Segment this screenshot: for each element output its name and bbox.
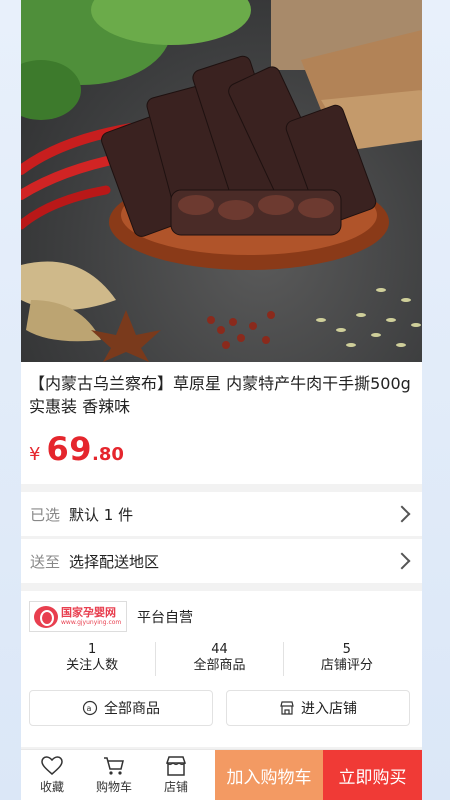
product-title: 【内蒙古乌兰察布】草原星 内蒙特产牛肉干手撕500g实惠装 香辣味: [29, 374, 411, 416]
product-photo: [21, 0, 422, 362]
chevron-right-icon: [393, 552, 411, 570]
all-products-label: 全部商品: [104, 701, 160, 717]
shop-logo[interactable]: 国家孕婴网 www.gjyunying.com: [29, 601, 127, 632]
delivery-value: 选择配送地区: [69, 552, 160, 571]
store-label: 店铺: [163, 779, 188, 794]
selected-value: 默认 1 件: [69, 505, 134, 524]
stat-label: 关注人数: [66, 658, 119, 673]
stat-value: 1: [88, 642, 97, 657]
shop-header: 国家孕婴网 www.gjyunying.com 平台自营: [29, 601, 410, 632]
enter-shop-button[interactable]: 进入店铺: [226, 690, 410, 726]
product-info: 【内蒙古乌兰察布】草原星 内蒙特产牛肉干手撕500g实惠装 香辣味 ¥ 69 .…: [21, 362, 422, 484]
store-icon: [280, 701, 294, 715]
shop-stats: 1 关注人数 44 全部商品 5 店铺评分: [29, 642, 410, 676]
price-integer: 69: [46, 430, 92, 468]
stat-shop-rating[interactable]: 5 店铺评分: [284, 642, 410, 676]
heart-icon: [41, 755, 63, 775]
shop-logo-name: 国家孕婴网: [61, 606, 116, 619]
shop-card: 国家孕婴网 www.gjyunying.com 平台自营 1 关注人数 44 全…: [21, 591, 422, 747]
stat-all-products[interactable]: 44 全部商品: [156, 642, 284, 676]
stat-value: 5: [342, 642, 351, 657]
enter-shop-label: 进入店铺: [301, 701, 357, 717]
shop-logo-url: www.gjyunying.com: [61, 619, 122, 626]
price-currency: ¥: [29, 444, 41, 465]
bottom-action-bar: 收藏 购物车 店铺 加入购物车 立即购买: [21, 749, 422, 800]
phone-screen: 【内蒙古乌兰察布】草原星 内蒙特产牛肉干手撕500g实惠装 香辣味 ¥ 69 .…: [0, 0, 450, 800]
stat-followers[interactable]: 1 关注人数: [29, 642, 157, 676]
product-image[interactable]: [21, 0, 422, 362]
all-products-button[interactable]: a 全部商品: [29, 690, 213, 726]
cart-label: 购物车: [95, 779, 132, 794]
selected-spec-row[interactable]: 已选 默认 1 件: [21, 492, 422, 536]
product-detail-page: 【内蒙古乌兰察布】草原星 内蒙特产牛肉干手撕500g实惠装 香辣味 ¥ 69 .…: [21, 0, 422, 800]
stat-value: 44: [211, 642, 228, 657]
chevron-right-icon: [393, 505, 411, 523]
delivery-label: 送至: [30, 552, 61, 571]
cart-icon: [104, 756, 124, 775]
add-to-cart-button[interactable]: 加入购物车: [215, 750, 323, 800]
product-price: ¥ 69 .80: [29, 430, 414, 468]
store-icon: [165, 755, 187, 776]
shop-type: 平台自营: [137, 609, 193, 626]
buy-now-button[interactable]: 立即购买: [323, 750, 422, 800]
delivery-region-row[interactable]: 送至 选择配送地区: [21, 539, 422, 583]
favorite-tab[interactable]: 收藏: [21, 750, 83, 800]
shop-buttons: a 全部商品 进入店铺: [29, 690, 410, 726]
stat-label: 店铺评分: [320, 658, 373, 673]
svg-text:a: a: [87, 704, 92, 713]
shop-logo-mark-icon: [34, 605, 58, 628]
store-tab[interactable]: 店铺: [145, 750, 207, 800]
stat-label: 全部商品: [193, 658, 246, 673]
price-decimal: .80: [91, 444, 124, 465]
selected-label: 已选: [30, 505, 61, 524]
all-products-icon: a: [82, 700, 98, 716]
favorite-label: 收藏: [39, 779, 64, 794]
cart-tab[interactable]: 购物车: [83, 750, 145, 800]
